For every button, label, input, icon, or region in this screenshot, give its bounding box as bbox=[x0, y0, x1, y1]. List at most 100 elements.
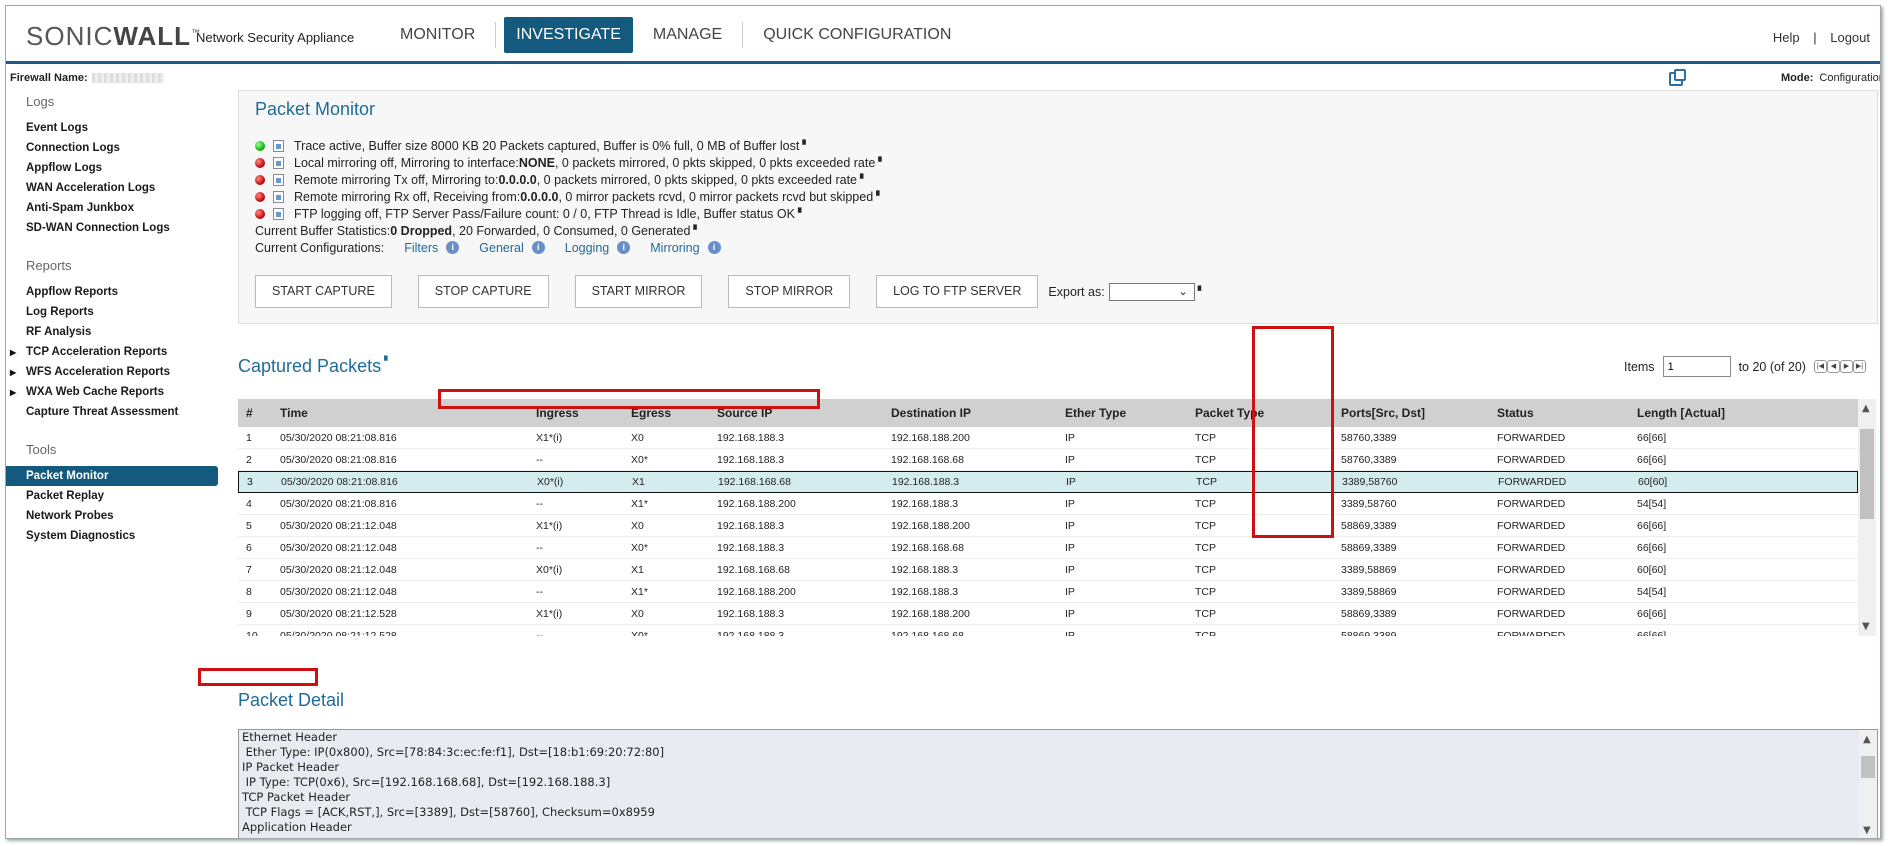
table-cell: X0* bbox=[631, 453, 648, 466]
config-link-logging[interactable]: Logging bbox=[565, 241, 610, 255]
table-cell: 05/30/2020 08:21:12.528 bbox=[280, 629, 397, 637]
settings-doc-icon[interactable] bbox=[273, 156, 284, 169]
sidebar-item-capture-threat-assessment[interactable]: Capture Threat Assessment bbox=[6, 402, 218, 422]
current-configurations: Current Configurations: Filters i General… bbox=[255, 239, 885, 256]
sidebar-item-event-logs[interactable]: Event Logs bbox=[6, 118, 218, 138]
sidebar-item-appflow-logs[interactable]: Appflow Logs bbox=[6, 158, 218, 178]
scroll-thumb[interactable] bbox=[1861, 756, 1875, 778]
detail-scrollbar[interactable]: ▲ ▼ bbox=[1859, 730, 1877, 838]
column-header[interactable]: Packet Type bbox=[1195, 406, 1341, 420]
column-header[interactable]: Egress bbox=[631, 406, 717, 420]
table-row[interactable]: 7 05/30/2020 08:21:12.048 X0*(i) X1 192.168.… bbox=[238, 559, 1858, 581]
settings-doc-icon[interactable] bbox=[273, 207, 284, 220]
sidebar-item-network-probes[interactable]: Network Probes bbox=[6, 506, 218, 526]
mode-label: Mode: bbox=[1781, 72, 1814, 84]
table-scrollbar[interactable]: ▲ ▼ bbox=[1858, 399, 1876, 636]
start-mirror-button[interactable]: START MIRROR bbox=[574, 275, 703, 308]
mode-value[interactable]: Configuration bbox=[1819, 72, 1880, 84]
prev-page-icon[interactable]: ◀ bbox=[1826, 360, 1840, 373]
nav-quick-configuration[interactable]: QUICK CONFIGURATION bbox=[751, 17, 963, 53]
table-cell: 66[66] bbox=[1637, 541, 1667, 554]
stop-capture-button[interactable]: STOP CAPTURE bbox=[417, 275, 549, 308]
config-link-filters[interactable]: Filters bbox=[404, 241, 438, 255]
column-header[interactable]: Length [Actual] bbox=[1637, 406, 1797, 420]
stop-mirror-button[interactable]: STOP MIRROR bbox=[728, 275, 851, 308]
detail-line: TCP Packet Header bbox=[242, 790, 351, 804]
table-cell: 66[66] bbox=[1637, 607, 1667, 620]
column-header[interactable]: Status bbox=[1497, 406, 1637, 420]
table-row[interactable]: 4 05/30/2020 08:21:08.816 -- X1* 192.168.188… bbox=[238, 493, 1858, 515]
sidebar-group-tools: Tools bbox=[26, 442, 57, 457]
nav-monitor[interactable]: MONITOR bbox=[388, 17, 487, 53]
scroll-thumb[interactable] bbox=[1860, 429, 1874, 519]
last-page-icon[interactable]: ▶| bbox=[1852, 360, 1866, 373]
sidebar-item-tcp-acceleration-reports[interactable]: TCP Acceleration Reports bbox=[6, 342, 218, 363]
column-header[interactable]: Ingress bbox=[536, 406, 631, 420]
nav-manage[interactable]: MANAGE bbox=[641, 17, 734, 53]
sidebar-item-system-diagnostics[interactable]: System Diagnostics bbox=[6, 526, 218, 546]
column-header[interactable]: # bbox=[238, 406, 280, 420]
settings-doc-icon[interactable] bbox=[273, 139, 284, 152]
packet-detail-box[interactable]: Ethernet Header Ether Type: IP(0x800), S… bbox=[238, 729, 1878, 838]
table-row[interactable]: 3 05/30/2020 08:21:08.816 X0*(i) X1 192.168.… bbox=[238, 471, 1858, 493]
sidebar-item-wan-acceleration-logs[interactable]: WAN Acceleration Logs bbox=[6, 178, 218, 198]
export-select[interactable]: ⌄ bbox=[1108, 282, 1195, 301]
table-row[interactable]: 8 05/30/2020 08:21:12.048 -- X1* 192.168.188… bbox=[238, 581, 1858, 603]
sidebar-item-rf-analysis[interactable]: RF Analysis bbox=[6, 322, 218, 342]
scroll-up-icon[interactable]: ▲ bbox=[1863, 734, 1871, 745]
buffer-stats-dropped: 0 Dropped bbox=[390, 223, 453, 238]
config-link-general[interactable]: General bbox=[479, 241, 523, 255]
log-to-ftp-server-button[interactable]: LOG TO FTP SERVER bbox=[876, 275, 1039, 308]
logout-link[interactable]: Logout bbox=[1830, 30, 1870, 45]
sidebar-item-sdwan-connection-logs[interactable]: SD-WAN Connection Logs bbox=[6, 218, 218, 238]
table-cell: 05/30/2020 08:21:08.816 bbox=[280, 497, 397, 510]
sidebar-item-connection-logs[interactable]: Connection Logs bbox=[6, 138, 218, 158]
table-cell: IP bbox=[1065, 585, 1075, 598]
sidebar-item-wfs-acceleration-reports[interactable]: WFS Acceleration Reports bbox=[6, 362, 218, 383]
table-row[interactable]: 1 05/30/2020 08:21:08.816 X1*(i) X0 192.168.… bbox=[238, 427, 1858, 449]
info-icon[interactable]: i bbox=[707, 241, 721, 254]
info-icon[interactable]: i bbox=[617, 241, 631, 254]
table-row[interactable]: 5 05/30/2020 08:21:12.048 X1*(i) X0 192.168.… bbox=[238, 515, 1858, 537]
scroll-down-icon[interactable]: ▼ bbox=[1863, 825, 1871, 836]
sidebar-item-anti-spam-junkbox[interactable]: Anti-Spam Junkbox bbox=[6, 198, 218, 218]
column-header[interactable]: Ether Type bbox=[1065, 406, 1195, 420]
top-bar: SONICWALL™ Network Security Appliance MO… bbox=[6, 6, 1880, 64]
info-icon[interactable]: i bbox=[446, 241, 460, 254]
table-row[interactable]: 2 05/30/2020 08:21:08.816 -- X0* 192.168.188… bbox=[238, 449, 1858, 471]
table-row[interactable]: 9 05/30/2020 08:21:12.528 X1*(i) X0 192.168.… bbox=[238, 603, 1858, 625]
table-row[interactable]: 10 05/30/2020 08:21:12.528 -- X0* 192.168.18… bbox=[238, 625, 1858, 637]
table-row[interactable]: 6 05/30/2020 08:21:12.048 -- X0* 192.168.188… bbox=[238, 537, 1858, 559]
sidebar-item-wxa-web-cache-reports[interactable]: WXA Web Cache Reports bbox=[6, 382, 218, 403]
column-header[interactable]: Source IP bbox=[717, 406, 891, 420]
sidebar-item-packet-replay[interactable]: Packet Replay bbox=[6, 486, 218, 506]
popout-window-icon[interactable] bbox=[1669, 69, 1686, 86]
scroll-up-icon[interactable]: ▲ bbox=[1862, 403, 1870, 414]
config-link-mirroring[interactable]: Mirroring bbox=[650, 241, 699, 255]
settings-doc-icon[interactable] bbox=[273, 173, 284, 186]
table-cell: 192.168.188.3 bbox=[717, 607, 785, 620]
table-cell: 6 bbox=[246, 541, 252, 554]
table-cell: X0*(i) bbox=[536, 563, 563, 576]
sidebar-item-appflow-reports[interactable]: Appflow Reports bbox=[6, 282, 218, 302]
table-cell: X1* bbox=[631, 585, 648, 598]
help-link[interactable]: Help bbox=[1773, 30, 1800, 45]
first-page-icon[interactable]: |◀ bbox=[1813, 360, 1827, 373]
start-capture-button[interactable]: START CAPTURE bbox=[255, 275, 392, 308]
column-header[interactable]: Time bbox=[280, 406, 536, 420]
sidebar-item-packet-monitor[interactable]: Packet Monitor bbox=[6, 466, 218, 486]
sidebar-item-log-reports[interactable]: Log Reports bbox=[6, 302, 218, 322]
info-icon[interactable]: i bbox=[531, 241, 545, 254]
status-tx-ip: 0.0.0.0 bbox=[498, 172, 537, 187]
table-cell: X1 bbox=[632, 476, 645, 488]
table-cell: 60[60] bbox=[1638, 476, 1668, 488]
column-header[interactable]: Ports[Src, Dst] bbox=[1341, 406, 1497, 420]
table-cell: X1*(i) bbox=[536, 431, 563, 444]
column-header[interactable]: Destination IP bbox=[891, 406, 1065, 420]
next-page-icon[interactable]: ▶ bbox=[1839, 360, 1853, 373]
tick-mark: ▘ bbox=[693, 225, 701, 235]
items-input[interactable] bbox=[1662, 356, 1731, 377]
nav-investigate[interactable]: INVESTIGATE bbox=[504, 17, 633, 53]
scroll-down-icon[interactable]: ▼ bbox=[1862, 621, 1870, 632]
settings-doc-icon[interactable] bbox=[273, 190, 284, 203]
